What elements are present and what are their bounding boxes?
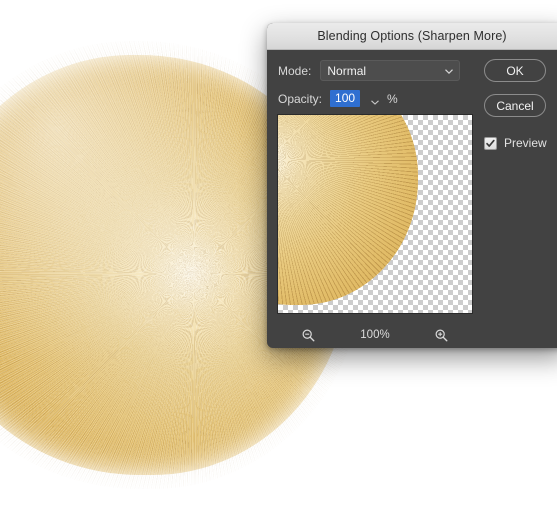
opacity-chevron-down-icon[interactable] bbox=[370, 94, 379, 105]
mode-label: Mode: bbox=[278, 63, 312, 78]
preview-checkbox[interactable] bbox=[484, 136, 497, 150]
preview-zoom-controls: 100% bbox=[277, 322, 473, 348]
checkmark-icon bbox=[486, 139, 495, 147]
mode-row: Mode: Normal bbox=[278, 60, 461, 81]
preview-pane[interactable] bbox=[277, 114, 473, 314]
dialog-title: Blending Options (Sharpen More) bbox=[317, 29, 507, 43]
preview-artwork bbox=[278, 115, 418, 305]
chevron-down-icon bbox=[444, 66, 454, 74]
cancel-button[interactable]: Cancel bbox=[484, 94, 546, 117]
opacity-row: Opacity: 100 % bbox=[278, 90, 398, 107]
mode-select-value: Normal bbox=[327, 63, 367, 78]
preview-checkbox-row[interactable]: Preview bbox=[484, 136, 547, 150]
opacity-unit-label: % bbox=[387, 91, 398, 106]
preview-feather-edge bbox=[278, 115, 424, 311]
magnifier-plus-icon[interactable] bbox=[434, 328, 449, 343]
zoom-level-label: 100% bbox=[360, 329, 390, 341]
opacity-input[interactable]: 100 bbox=[330, 90, 361, 107]
opacity-label: Opacity: bbox=[278, 91, 323, 106]
mode-select[interactable]: Normal bbox=[320, 60, 461, 81]
dialog-titlebar[interactable]: Blending Options (Sharpen More) bbox=[267, 23, 557, 50]
blending-options-dialog[interactable]: Blending Options (Sharpen More) Mode: No… bbox=[267, 23, 557, 348]
preview-checkbox-label: Preview bbox=[504, 136, 547, 150]
dialog-body: Mode: Normal Opacity: 100 % 100% OK Canc… bbox=[267, 50, 557, 348]
magnifier-minus-icon[interactable] bbox=[301, 328, 316, 343]
ok-button[interactable]: OK bbox=[484, 59, 546, 82]
